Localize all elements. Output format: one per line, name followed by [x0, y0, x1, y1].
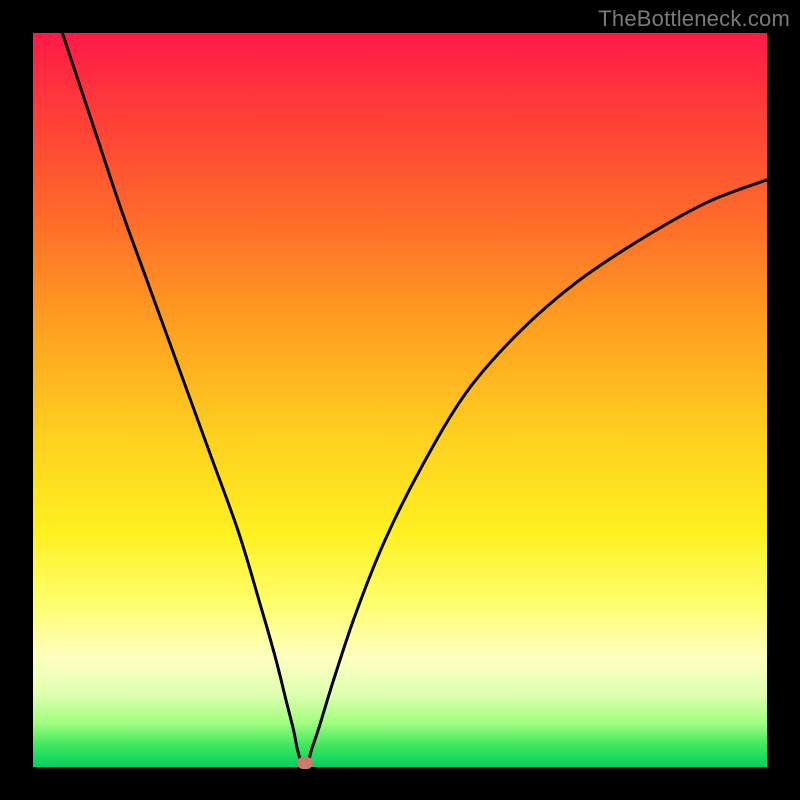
curve-svg [33, 33, 767, 767]
optimal-point-marker [297, 757, 313, 769]
plot-area [33, 33, 767, 767]
bottleneck-curve [62, 33, 767, 766]
chart-frame: TheBottleneck.com [0, 0, 800, 800]
watermark-text: TheBottleneck.com [598, 6, 790, 32]
